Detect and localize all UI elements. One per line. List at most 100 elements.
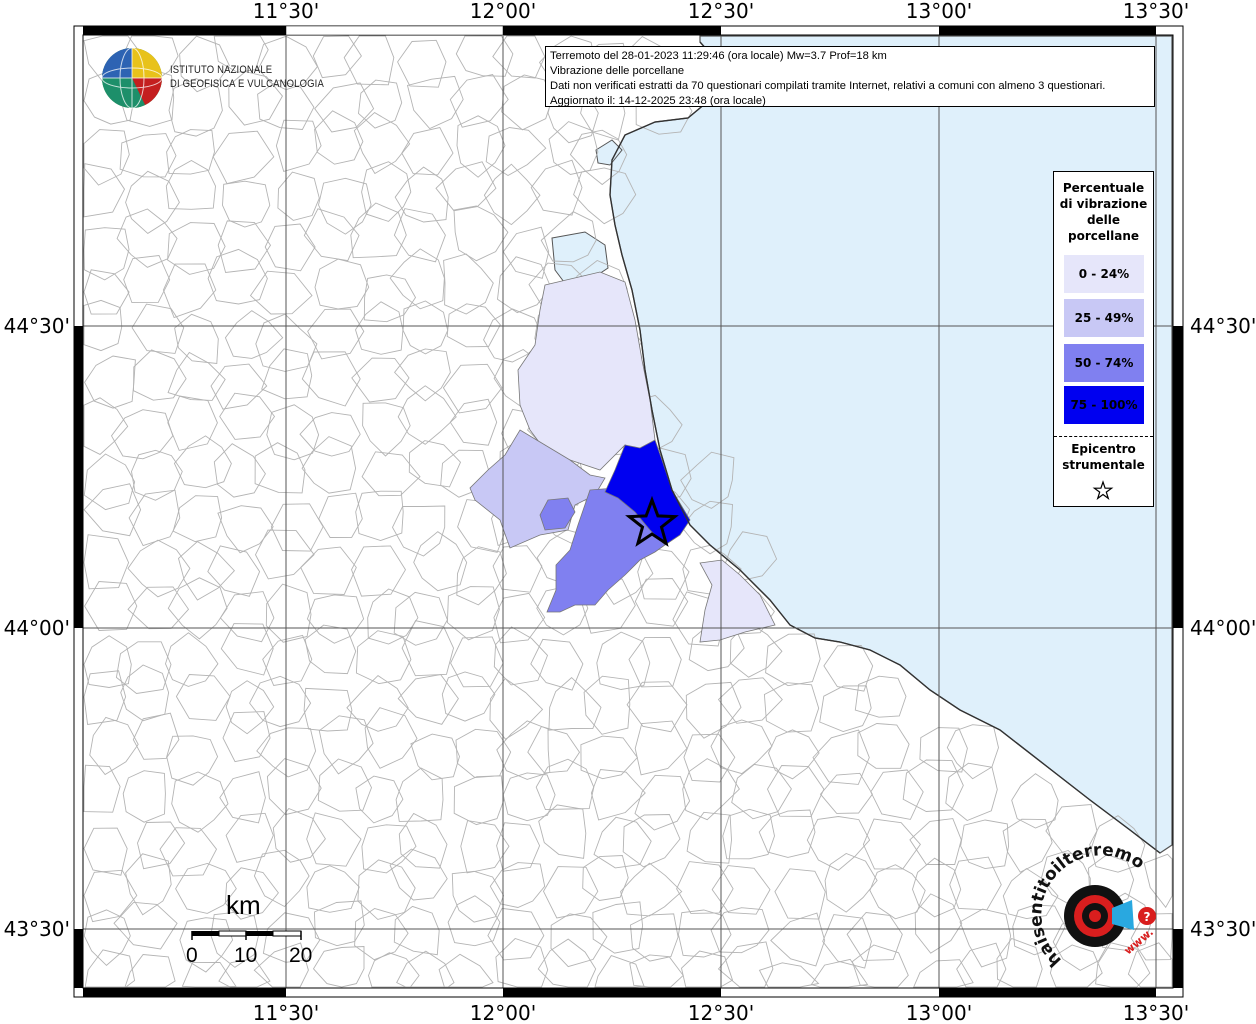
municipality-boundary [676,861,734,914]
municipality-boundary [167,395,218,451]
municipality-boundary [217,220,272,273]
municipality-boundary [368,952,420,988]
municipality-boundary [83,869,138,923]
municipality-boundary [318,715,374,775]
municipality-boundary [254,442,306,494]
municipality-boundary [960,819,1010,870]
legend-title: Percentuale di vibrazione delle porcella… [1054,180,1153,244]
municipality-boundary [219,392,276,440]
municipality-boundary [165,632,219,687]
municipality-boundary [449,398,498,446]
municipality-boundary [453,205,509,262]
lat-tick-label: 44°30' [4,314,70,338]
legend-epicenter-line: Epicentro [1071,442,1136,456]
municipality-boundary [912,857,962,918]
municipality-boundary [314,258,370,310]
municipality-boundary [806,816,871,871]
municipality-boundary [83,269,130,315]
municipality-boundary [682,758,740,821]
municipality-boundary [919,727,968,773]
latitude-labels-right: 44°30' 44°00' 43°30' [1190,314,1256,941]
lon-tick-label: 11°30' [253,0,319,23]
municipality-boundary [535,758,595,811]
municipality-boundary [83,827,128,876]
municipality-boundary [393,591,448,646]
municipality-boundary [304,624,357,675]
municipality-boundary [502,226,550,279]
legend: Percentuale di vibrazione delle porcella… [1053,171,1154,507]
ingv-name-line: ISTITUTO NAZIONALE [170,64,273,76]
svg-text:?: ? [1144,910,1151,924]
municipality-boundary [131,303,185,354]
lat-tick-label: 43°30' [4,917,70,941]
municipality-boundary [770,912,826,967]
municipality-boundary [127,586,190,630]
municipality-boundary [449,73,509,128]
municipality-boundary [177,541,236,601]
municipality-boundary [83,163,126,218]
municipality-boundary [351,545,407,597]
municipality-boundary [254,529,315,580]
municipality-boundary [346,675,409,732]
municipality-boundary [83,635,132,688]
municipality-boundary [210,363,268,410]
municipality-boundary [389,248,445,310]
scale-bar [191,930,302,940]
scale-label: 10 [234,944,258,967]
municipality-boundary [681,950,734,988]
municipality-boundary [306,594,365,644]
municipality-boundary [167,577,228,640]
municipality-boundary [620,862,683,917]
legend-title-line: di vibrazione [1059,197,1148,211]
municipality-boundary [410,733,460,781]
municipality-boundary [306,812,362,867]
municipality-boundary [83,397,129,455]
lon-tick-label: 12°00' [470,0,536,23]
longitude-labels-bottom: 11°30' 12°00' 12°30' 13°00' 13°30' [253,1001,1189,1024]
municipality-boundary [83,764,121,813]
municipality-boundary [446,303,501,348]
municipality-boundary [224,310,284,359]
municipality-boundary [634,720,688,776]
municipality-boundary [167,222,226,275]
lon-tick-label: 13°30' [1123,1001,1189,1024]
municipality-boundary [530,159,583,216]
municipality-boundary [758,809,816,858]
municipality-boundary [312,946,365,988]
municipality-boundary [132,712,180,760]
ingv-name-line: DI GEOFISICA E VULCANOLOGIA [170,78,324,90]
lat-tick-label: 44°00' [1190,616,1256,640]
lon-tick-label: 12°30' [688,1001,754,1024]
municipality-boundary [857,723,910,769]
municipality-boundary [397,674,459,725]
municipality-boundary [542,866,599,919]
municipality-boundary [313,900,365,947]
legend-epicenter-label: Epicentro strumentale [1054,441,1153,473]
municipality-boundary [862,818,921,870]
municipality-boundary [83,670,127,726]
municipality-boundary [306,865,360,913]
scale-label: 20 [289,944,313,967]
lon-tick-label: 11°30' [253,1001,319,1024]
municipality-boundary [222,180,271,228]
map-canvas: 11°30' 12°00' 12°30' 13°00' 13°30' 11°30… [0,0,1256,1024]
municipality-boundary [213,443,266,498]
municipality-boundary [165,159,216,210]
municipality-boundary [84,355,136,409]
legend-title-line: delle [1086,213,1121,227]
municipality-boundary [225,680,275,735]
municipality-boundary [495,937,549,988]
municipality-boundary [396,950,455,988]
municipality-boundary [956,942,1007,988]
municipality-boundary [846,912,903,961]
municipality-boundary [455,35,514,77]
municipality-boundary [717,677,783,724]
municipality-boundary [455,728,512,778]
municipality-boundary [634,578,689,627]
municipality-boundary [446,586,500,641]
municipality-boundary [361,824,417,874]
municipality-boundary [137,821,186,870]
municipality-boundary [683,733,736,783]
municipality-boundary [217,505,274,554]
municipality-boundary [249,675,312,728]
